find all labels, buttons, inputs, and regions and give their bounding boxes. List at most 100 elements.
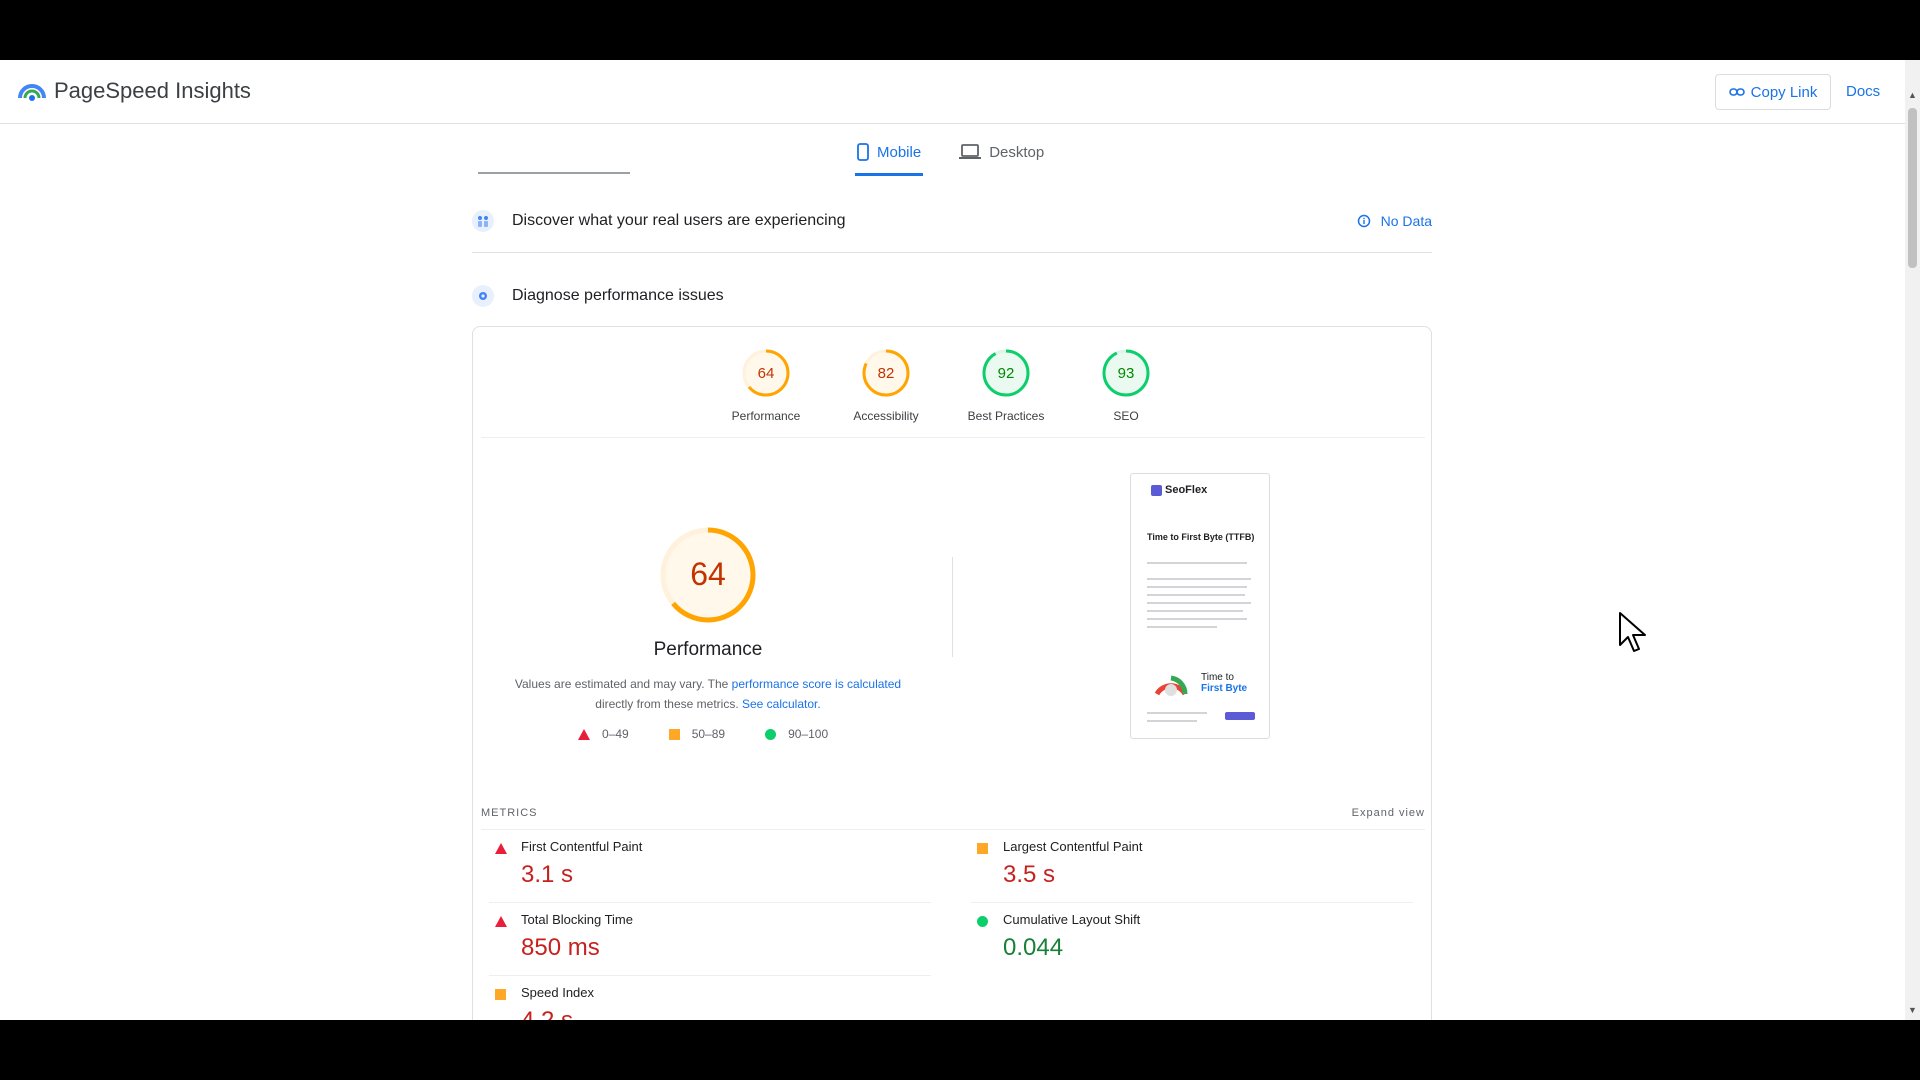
metric-cls-name: Cumulative Layout Shift (1003, 912, 1141, 927)
screenshot-text-line (1147, 578, 1251, 580)
legend-average-range: 50–89 (691, 727, 726, 741)
performance-description: Values are estimated and may vary. The p… (493, 674, 923, 714)
triangle-icon (495, 843, 507, 854)
metric-si-name: Speed Index (521, 985, 595, 1000)
metric-tbt-name: Total Blocking Time (521, 912, 633, 927)
performance-big-gauge: 64 (660, 527, 756, 623)
metric-tbt: Total Blocking Time 850 ms (481, 904, 931, 976)
screenshot-text-line (1147, 626, 1217, 628)
ttfb-gauge-icon (1154, 675, 1188, 696)
ttfb-line2: First Byte (1201, 683, 1248, 694)
score-calculated-link[interactable]: performance score is calculated (732, 677, 901, 691)
circle-icon (765, 728, 777, 740)
square-icon (495, 989, 506, 1000)
scrollbar-thumb[interactable] (1908, 108, 1917, 268)
screenshot-text-line (1147, 712, 1207, 714)
triangle-icon (578, 728, 590, 740)
page-screenshot-thumbnail[interactable]: SeoFlex Time to First Byte (TTFB) Time t… (1130, 473, 1270, 739)
letterbox-top (0, 0, 1920, 60)
metric-fcp: First Contentful Paint 3.1 s (481, 831, 931, 903)
gauge-seo-ring: 93 (1102, 349, 1150, 397)
circle-icon (977, 916, 988, 927)
info-icon (1357, 214, 1370, 228)
screenshot-cta-button (1225, 712, 1255, 720)
gauge-accessibility-label: Accessibility (853, 409, 919, 423)
screenshot-ttfb-badge: Time to First Byte (1201, 672, 1247, 694)
no-data-label: No Data (1380, 213, 1432, 229)
real-users-title: Discover what your real users are experi… (512, 212, 846, 229)
gauge-performance-ring: 64 (742, 349, 790, 397)
copy-link-label: Copy Link (1750, 83, 1818, 101)
pagespeed-logo[interactable]: PageSpeed Insights (18, 78, 251, 104)
gauge-best-practices-score: 92 (998, 365, 1015, 382)
metric-divider (489, 902, 931, 903)
metric-lcp-name: Largest Contentful Paint (1003, 839, 1143, 854)
gauge-accessibility-ring: 82 (862, 349, 910, 397)
legend-good: 90–100 (765, 727, 828, 741)
gauges-divider (481, 437, 1425, 438)
screenshot-text-line (1147, 618, 1247, 620)
device-tabs: Mobile Desktop (855, 136, 1046, 176)
scroll-up-icon[interactable]: ▲ (1908, 90, 1917, 100)
metric-fcp-name: First Contentful Paint (521, 839, 643, 854)
gauge-seo-label: SEO (1113, 409, 1139, 423)
seoflex-logo-icon (1151, 484, 1162, 496)
metric-cls-value: 0.044 (1003, 934, 1064, 961)
screenshot-headline: Time to First Byte (TTFB) (1147, 532, 1255, 542)
gauge-best-practices-label: Best Practices (967, 409, 1045, 423)
desc-text-1: Values are estimated and may vary. The (514, 677, 732, 691)
screenshot-site-name: SeoFlex (1165, 484, 1208, 496)
gauge-seo[interactable]: 93 SEO (1083, 347, 1169, 423)
docs-link[interactable]: Docs (1846, 83, 1880, 100)
gauge-best-practices-ring: 92 (982, 349, 1030, 397)
screenshot-text-line (1147, 594, 1245, 596)
triangle-icon (495, 916, 507, 927)
gauge-seo-score: 93 (1118, 365, 1135, 382)
gauge-best-practices[interactable]: 92 Best Practices (963, 347, 1049, 423)
gauge-performance-score: 64 (758, 365, 775, 382)
scrolled-content-edge (478, 172, 630, 174)
ttfb-line1: Time to (1201, 672, 1234, 683)
no-data-status[interactable]: No Data (1357, 213, 1432, 229)
metric-divider (971, 902, 1413, 903)
metric-tbt-value: 850 ms (521, 934, 600, 961)
tab-desktop-label: Desktop (989, 143, 1045, 161)
browser-viewport: PageSpeed Insights Copy Link Docs Mobile… (0, 60, 1920, 1020)
gauge-performance-label: Performance (731, 409, 801, 423)
laptop-icon (959, 144, 982, 159)
tab-desktop[interactable]: Desktop (957, 136, 1046, 168)
performance-big-score: 64 (690, 556, 726, 592)
legend-poor-range: 0–49 (602, 727, 629, 741)
diagnose-title: Diagnose performance issues (512, 287, 724, 304)
metrics-header: METRICS Expand view (481, 807, 1425, 819)
score-legend: 0–49 50–89 90–100 (578, 727, 828, 741)
see-calculator-link[interactable]: See calculator. (742, 697, 821, 711)
gauge-performance[interactable]: 64 Performance (723, 347, 809, 423)
scroll-down-icon[interactable]: ▼ (1908, 1005, 1917, 1015)
expand-view-toggle[interactable]: Expand view (1352, 807, 1425, 819)
metric-cls: Cumulative Layout Shift 0.044 (963, 904, 1413, 976)
screenshot-site-logo: SeoFlex (1151, 484, 1207, 496)
copy-link-button[interactable]: Copy Link (1715, 74, 1831, 110)
category-gauges: 64 Performance 82 Accessibility 92 Best … (723, 347, 1169, 423)
link-icon (1728, 88, 1745, 96)
gauge-accessibility[interactable]: 82 Accessibility (843, 347, 929, 423)
vertical-scrollbar[interactable]: ▲ ▼ (1905, 60, 1920, 1020)
letterbox-bottom (0, 1020, 1920, 1080)
square-icon (977, 843, 988, 854)
real-users-section[interactable]: Discover what your real users are experi… (472, 210, 1432, 232)
metrics-heading: METRICS (481, 807, 538, 819)
metric-lcp-value: 3.5 s (1003, 861, 1056, 888)
metric-lcp: Largest Contentful Paint 3.5 s (963, 831, 1413, 903)
legend-poor: 0–49 (578, 727, 629, 741)
app-title: PageSpeed Insights (54, 78, 251, 103)
app-header: PageSpeed Insights Copy Link Docs (0, 60, 1905, 124)
mouse-cursor-icon (1619, 612, 1646, 652)
tab-mobile[interactable]: Mobile (855, 136, 924, 176)
metric-si: Speed Index 4.2 s (481, 977, 931, 1020)
screenshot-text-line (1147, 610, 1243, 612)
gauge-accessibility-score: 82 (878, 365, 895, 382)
square-icon (668, 728, 680, 740)
performance-title: Performance (653, 639, 763, 660)
legend-good-range: 90–100 (788, 727, 829, 741)
